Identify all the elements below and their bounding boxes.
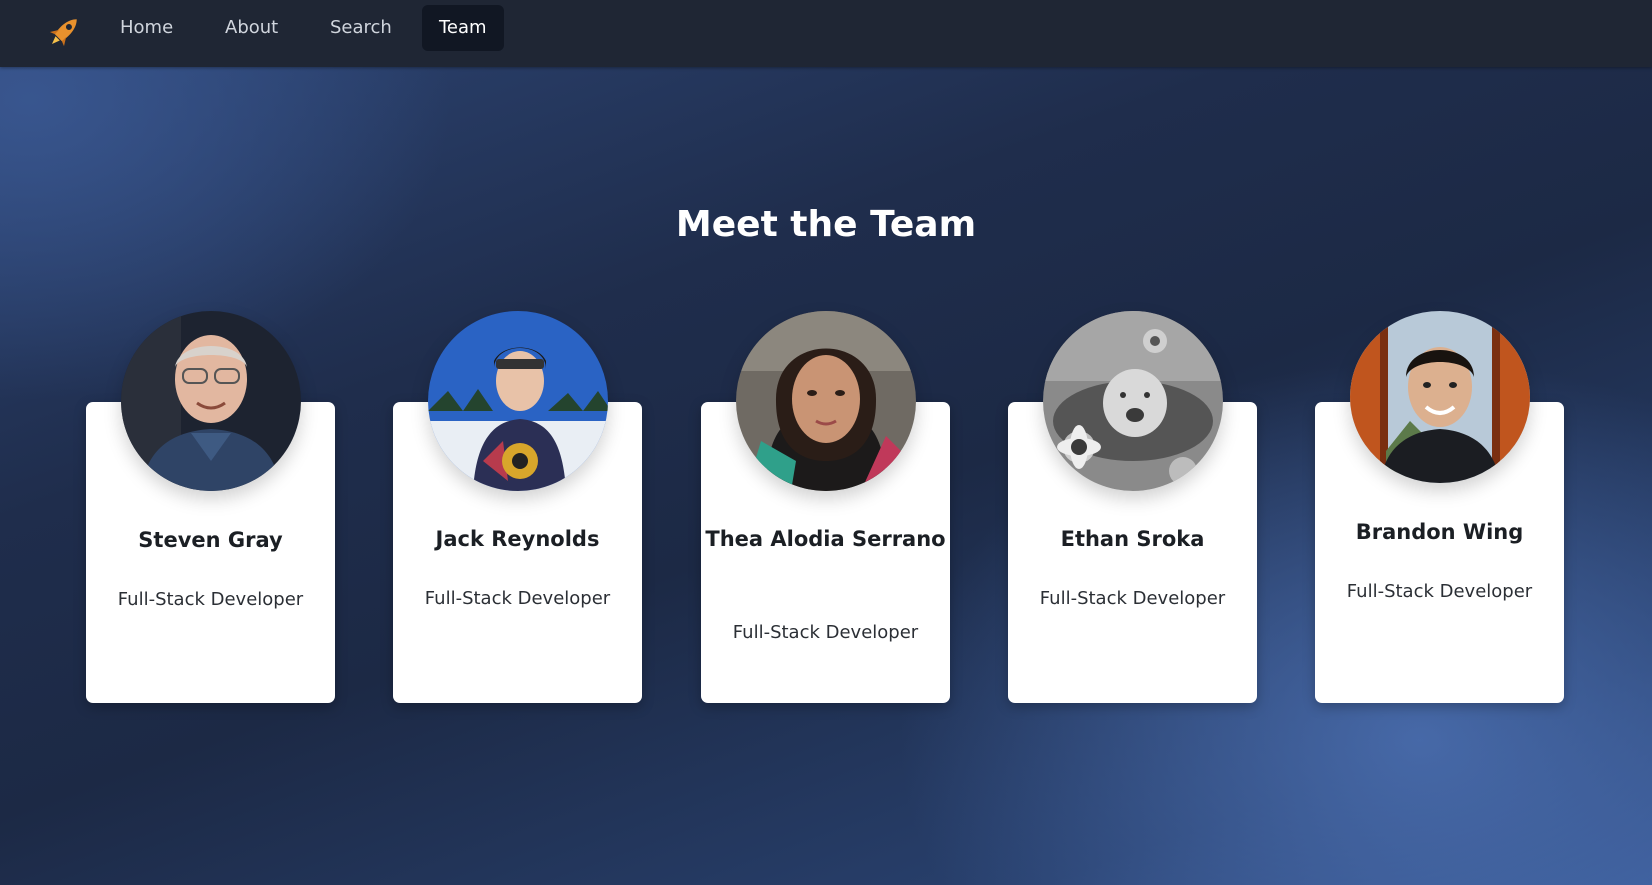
member-role: Full-Stack Developer [424,588,611,609]
nav-link-search[interactable]: Search [313,5,409,51]
avatar [428,311,608,491]
member-name: Jack Reynolds [435,527,600,551]
page-title: Meet the Team [675,204,977,245]
avatar [736,311,916,491]
member-name: Ethan Sroka [1060,527,1205,551]
member-name: Brandon Wing [1355,520,1524,544]
avatar [1350,311,1530,483]
avatar [121,311,301,491]
member-role: Full-Stack Developer [732,622,919,643]
avatar [1043,311,1223,491]
member-role: Full-Stack Developer [117,589,304,610]
nav-link-team[interactable]: Team [422,5,504,51]
navbar: Home About Search Team [0,0,1652,67]
nav-link-home[interactable]: Home [103,5,190,51]
member-name: Thea Alodia Serrano [705,527,946,551]
member-role: Full-Stack Developer [1346,581,1533,602]
member-role: Full-Stack Developer [1039,588,1226,609]
rocket-icon[interactable] [44,10,84,54]
nav-link-about[interactable]: About [208,5,295,51]
member-name: Steven Gray [138,528,283,552]
